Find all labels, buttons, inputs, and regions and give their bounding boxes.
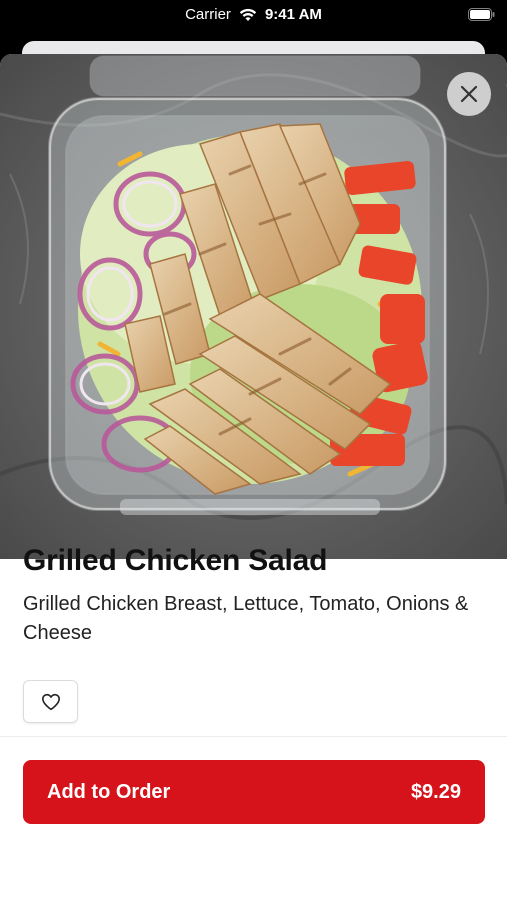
item-title: Grilled Chicken Salad bbox=[23, 544, 328, 577]
carrier-label: Carrier bbox=[185, 6, 231, 23]
add-to-order-button[interactable]: Add to Order $9.29 bbox=[23, 760, 485, 824]
divider bbox=[0, 736, 507, 737]
heart-icon bbox=[41, 693, 60, 710]
status-bar: Carrier 9:41 AM bbox=[0, 0, 507, 32]
status-center: Carrier 9:41 AM bbox=[0, 6, 507, 23]
price-label: $9.29 bbox=[410, 780, 461, 803]
favorite-button[interactable] bbox=[23, 680, 78, 723]
add-to-order-label: Add to Order bbox=[47, 780, 171, 803]
close-button[interactable] bbox=[447, 72, 491, 116]
battery-icon bbox=[468, 8, 495, 21]
salad-photo bbox=[0, 54, 507, 559]
close-icon bbox=[460, 85, 478, 103]
item-description: Grilled Chicken Breast, Lettuce, Tomato,… bbox=[23, 593, 469, 644]
wifi-icon bbox=[239, 8, 257, 21]
time-label: 9:41 AM bbox=[264, 6, 322, 23]
